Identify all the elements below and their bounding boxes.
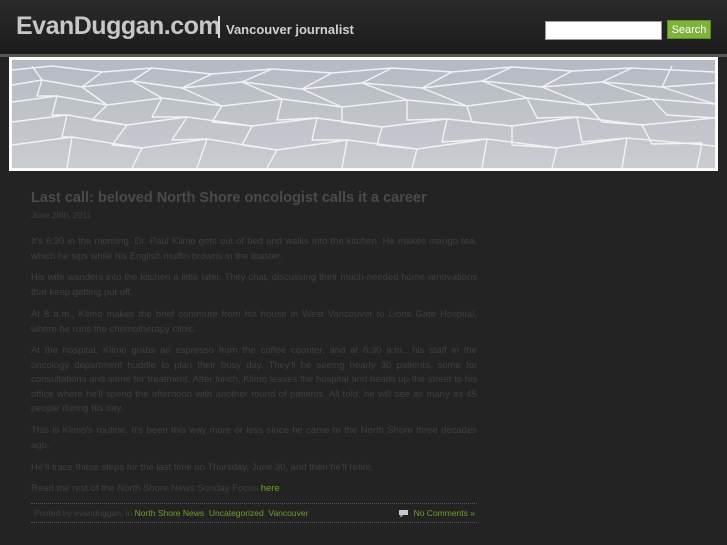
posted-by-text: Posted by evanduggan, in xyxy=(34,508,135,518)
site-title-link[interactable]: EvanDuggan.com xyxy=(16,12,221,41)
post-paragraph: At 8 a.m., Klimo makes the brief commute… xyxy=(31,309,477,335)
read-more-paragraph: Read the rest of the North Shore News Su… xyxy=(31,482,477,497)
category-link-north-shore-news[interactable]: North Shore News xyxy=(135,508,204,518)
comment-bubble-icon xyxy=(398,510,408,518)
read-more-text: Read the rest of the North Shore News Su… xyxy=(31,483,261,494)
post-paragraph: He'll trace these steps for the last tim… xyxy=(31,462,374,473)
post-meta: Posted by evanduggan, in North Shore New… xyxy=(34,508,309,518)
read-more-link[interactable]: here xyxy=(261,483,280,494)
post-paragraph: This is Klimo's routine. It's been this … xyxy=(31,425,477,451)
post-footer: Posted by evanduggan, in North Shore New… xyxy=(31,503,477,523)
category-link-uncategorized[interactable]: Uncategorized xyxy=(209,508,264,518)
post-paragraph: At the hospital, Klimo grabs an espresso… xyxy=(31,345,477,414)
post-date: June 28th, 2011 xyxy=(31,210,92,220)
comments-link[interactable]: No Comments » xyxy=(414,508,475,518)
header-banner-image xyxy=(9,57,718,171)
post-paragraph: His wife wanders into the kitchen a litt… xyxy=(31,272,477,298)
search-input[interactable] xyxy=(545,21,662,40)
title-divider xyxy=(218,16,220,38)
comments-area: No Comments » xyxy=(398,504,475,522)
site-header: EvanDuggan.com Vancouver journalist Sear… xyxy=(0,0,727,57)
post-title-link[interactable]: Last call: beloved North Shore oncologis… xyxy=(31,188,477,208)
category-link-vancouver[interactable]: Vancouver xyxy=(268,508,308,518)
blog-post: Last call: beloved North Shore oncologis… xyxy=(31,188,477,523)
site-tagline: Vancouver journalist xyxy=(226,22,354,37)
post-paragraph: It's 6:30 in the morning. Dr. Paul Klimo… xyxy=(31,236,477,262)
search-button[interactable]: Search xyxy=(667,20,711,39)
